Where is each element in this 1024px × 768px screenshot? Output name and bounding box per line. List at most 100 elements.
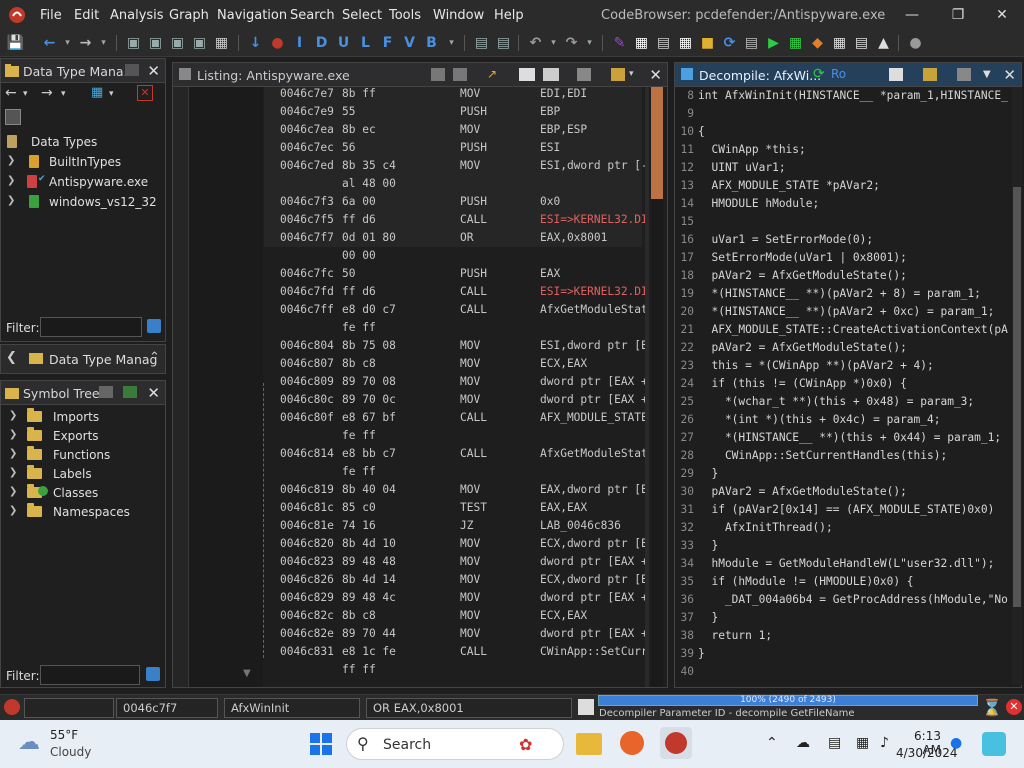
decompile-copy-icon[interactable] [889,68,903,81]
file-explorer-icon[interactable] [576,733,602,755]
nav-data-icon[interactable]: ▣ [124,34,143,52]
sound-icon[interactable]: ♪ [880,735,889,751]
minimize-icon[interactable]: — [892,4,932,26]
cancel-task-icon[interactable]: ✕ [1006,699,1022,715]
symbol-filter-input[interactable] [40,665,140,685]
nav-label-icon[interactable]: ▣ [190,34,209,52]
chevron-right-icon[interactable]: ❯ [7,195,17,206]
chevron-right-icon[interactable]: ❯ [9,467,19,478]
redo-icon[interactable]: ↷ [562,34,581,52]
chevron-right-icon[interactable]: ❯ [9,448,19,459]
close-panel-icon[interactable]: ✕ [147,62,160,80]
menu-search[interactable]: Search [290,8,335,23]
toolbar-F[interactable]: F [378,34,397,52]
dtm-back-dropdown-icon[interactable]: ▾ [23,89,28,99]
close-panel-icon[interactable]: ✕ [649,66,662,84]
chevron-right-icon[interactable]: ❯ [9,429,19,440]
chevron-right-icon[interactable]: ❯ [9,486,19,497]
toolbar-U[interactable]: U [334,34,353,52]
symbol-refresh-icon[interactable] [123,386,137,398]
options-dropdown-icon[interactable]: ▾ [629,69,634,79]
script-icon[interactable]: ▤ [742,34,761,52]
close-panel-icon[interactable]: ✕ [147,384,160,402]
grid-icon[interactable]: ▦ [830,34,849,52]
weather-temp[interactable]: 55°F [50,728,78,742]
dtm-forward-dropdown-icon[interactable]: ▾ [61,89,66,99]
run-icon[interactable]: ▶ [764,34,783,52]
memory-icon[interactable]: ▦ [676,34,695,52]
edit-icon[interactable] [923,68,937,81]
chevron-up-icon[interactable]: ⌃ [149,350,160,365]
decompile-refresh-icon[interactable]: ⟳ [813,66,825,82]
chevron-right-icon[interactable]: ❯ [9,410,19,421]
copilot-icon[interactable] [982,732,1006,756]
refresh-icon[interactable]: ⟳ [720,34,739,52]
bookmark-dropdown-icon[interactable]: ▾ [442,34,461,52]
menu-help[interactable]: Help [494,8,524,23]
decompile-menu-icon[interactable]: ▼ [983,69,991,80]
toolbar-I[interactable]: I [290,34,309,52]
close-panel-icon[interactable]: ✕ [1003,66,1016,84]
cursor-icon[interactable]: ↗ [487,67,497,81]
diff-icon[interactable] [543,68,559,81]
nav-instruction-icon[interactable]: ▣ [146,34,165,52]
create-namespace-icon[interactable] [99,386,113,398]
toolbar-L[interactable]: L [356,34,375,52]
dtm-filter-input[interactable] [40,317,142,337]
menu-analysis[interactable]: Analysis [110,8,164,23]
edit-status-icon[interactable] [578,699,594,715]
save-icon[interactable]: 💾 [6,34,25,52]
menu-graph[interactable]: Graph [169,8,209,23]
redo-dropdown-icon[interactable]: ▾ [580,34,599,52]
back-dropdown-icon[interactable]: ▾ [58,34,77,52]
dtm-menu-dropdown-icon[interactable]: ▾ [109,89,114,99]
paste-icon[interactable] [453,68,467,81]
close-icon[interactable]: ✕ [982,4,1022,26]
chevron-left-icon[interactable]: ❮ [6,350,17,365]
toolbar-V[interactable]: V [400,34,419,52]
firefox-icon[interactable] [620,731,644,755]
options-icon[interactable] [611,68,625,81]
diamond-icon[interactable]: ◆ [808,34,827,52]
decompile-snapshot-icon[interactable] [957,68,971,81]
debug-icon[interactable]: ▦ [786,34,805,52]
dtm-forward-icon[interactable]: → [41,85,53,101]
undo-icon[interactable]: ↶ [526,34,545,52]
forward-icon[interactable]: → [76,34,95,52]
dtm-archive-icon[interactable]: ▦ [91,85,103,100]
display-icon[interactable]: ▤ [828,735,841,751]
back-icon[interactable]: ← [40,34,59,52]
menu-tools[interactable]: Tools [389,8,421,23]
chevron-right-icon[interactable]: ❯ [7,155,17,166]
help-icon[interactable]: ● [906,34,925,52]
menu-file[interactable]: File [40,8,62,23]
format-icon[interactable] [519,68,535,81]
paste-icon[interactable]: ▤ [494,34,513,52]
chevron-right-icon[interactable]: ❯ [9,505,19,516]
forward-dropdown-icon[interactable]: ▾ [94,34,113,52]
decompile-scrollbar[interactable] [1012,87,1022,685]
listing-scrollbar[interactable] [645,87,649,687]
menu-navigation[interactable]: Navigation [217,8,287,23]
chevron-right-icon[interactable]: ❯ [7,175,17,186]
down-arrow-icon[interactable]: ↓ [246,34,265,52]
menu-edit[interactable]: Edit [74,8,99,23]
rename-icon[interactable]: Ro [831,67,846,81]
data-type-manager-collapsed-bar[interactable]: ❮ Data Type Manag ⌃ [0,344,166,374]
toolbar-D[interactable]: D [312,34,331,52]
chevron-up-icon[interactable]: ⌃ [766,735,778,751]
nav-undefined-icon[interactable]: ▣ [168,34,187,52]
dtm-collapse-icon[interactable] [5,109,21,125]
nav-function-icon[interactable]: ▦ [212,34,231,52]
dtm-filter-icon[interactable]: ✕ [137,85,153,101]
table-icon[interactable]: ▤ [852,34,871,52]
restore-icon[interactable]: ❐ [938,4,978,26]
ghidra-taskbar-button[interactable] [660,727,692,759]
symbol-filter-options-icon[interactable] [146,667,160,681]
menu-select[interactable]: Select [342,8,382,23]
copy-icon[interactable] [431,68,445,81]
dtm-filter-options-icon[interactable] [147,319,161,333]
tree-icon[interactable]: ▲ [874,34,893,52]
clipboard-icon[interactable]: ▤ [472,34,491,52]
notification-bell-icon[interactable]: ● [950,735,962,751]
